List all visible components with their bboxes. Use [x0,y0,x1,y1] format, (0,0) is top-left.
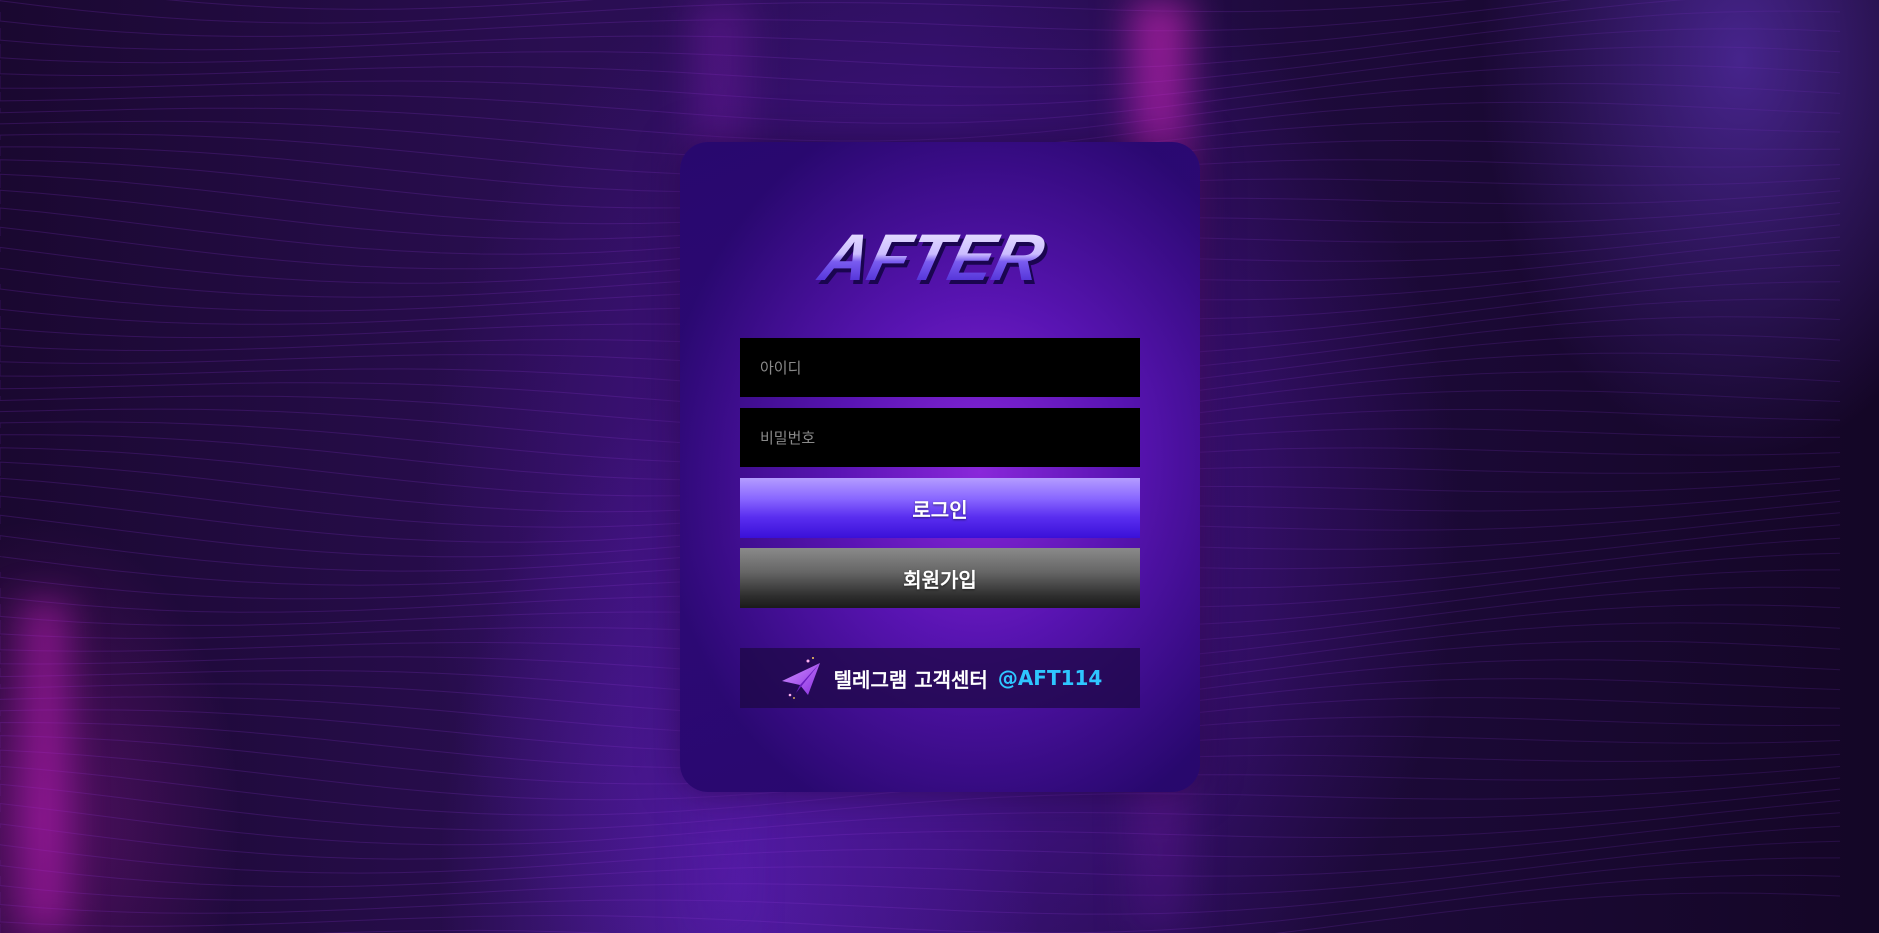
telegram-support-link[interactable]: 텔레그램 고객센터 @AFT114 [740,648,1140,708]
telegram-handle: @AFT114 [997,666,1103,690]
login-button[interactable]: 로그인 [740,478,1140,538]
id-input[interactable] [740,338,1140,397]
after-logo-text: AFTER [811,226,1051,290]
glow-beam-corner [20,600,70,933]
signup-button[interactable]: 회원가입 [740,548,1140,608]
password-input[interactable] [740,408,1140,467]
after-logo: AFTER AFTER [811,226,1054,290]
paper-plane-icon [781,657,820,699]
telegram-support-label: 텔레그램 고객센터 [833,667,988,692]
login-card: AFTER AFTER 로그인 회원가입 텔레그램 고객센터 @AFT114 [680,142,1200,792]
